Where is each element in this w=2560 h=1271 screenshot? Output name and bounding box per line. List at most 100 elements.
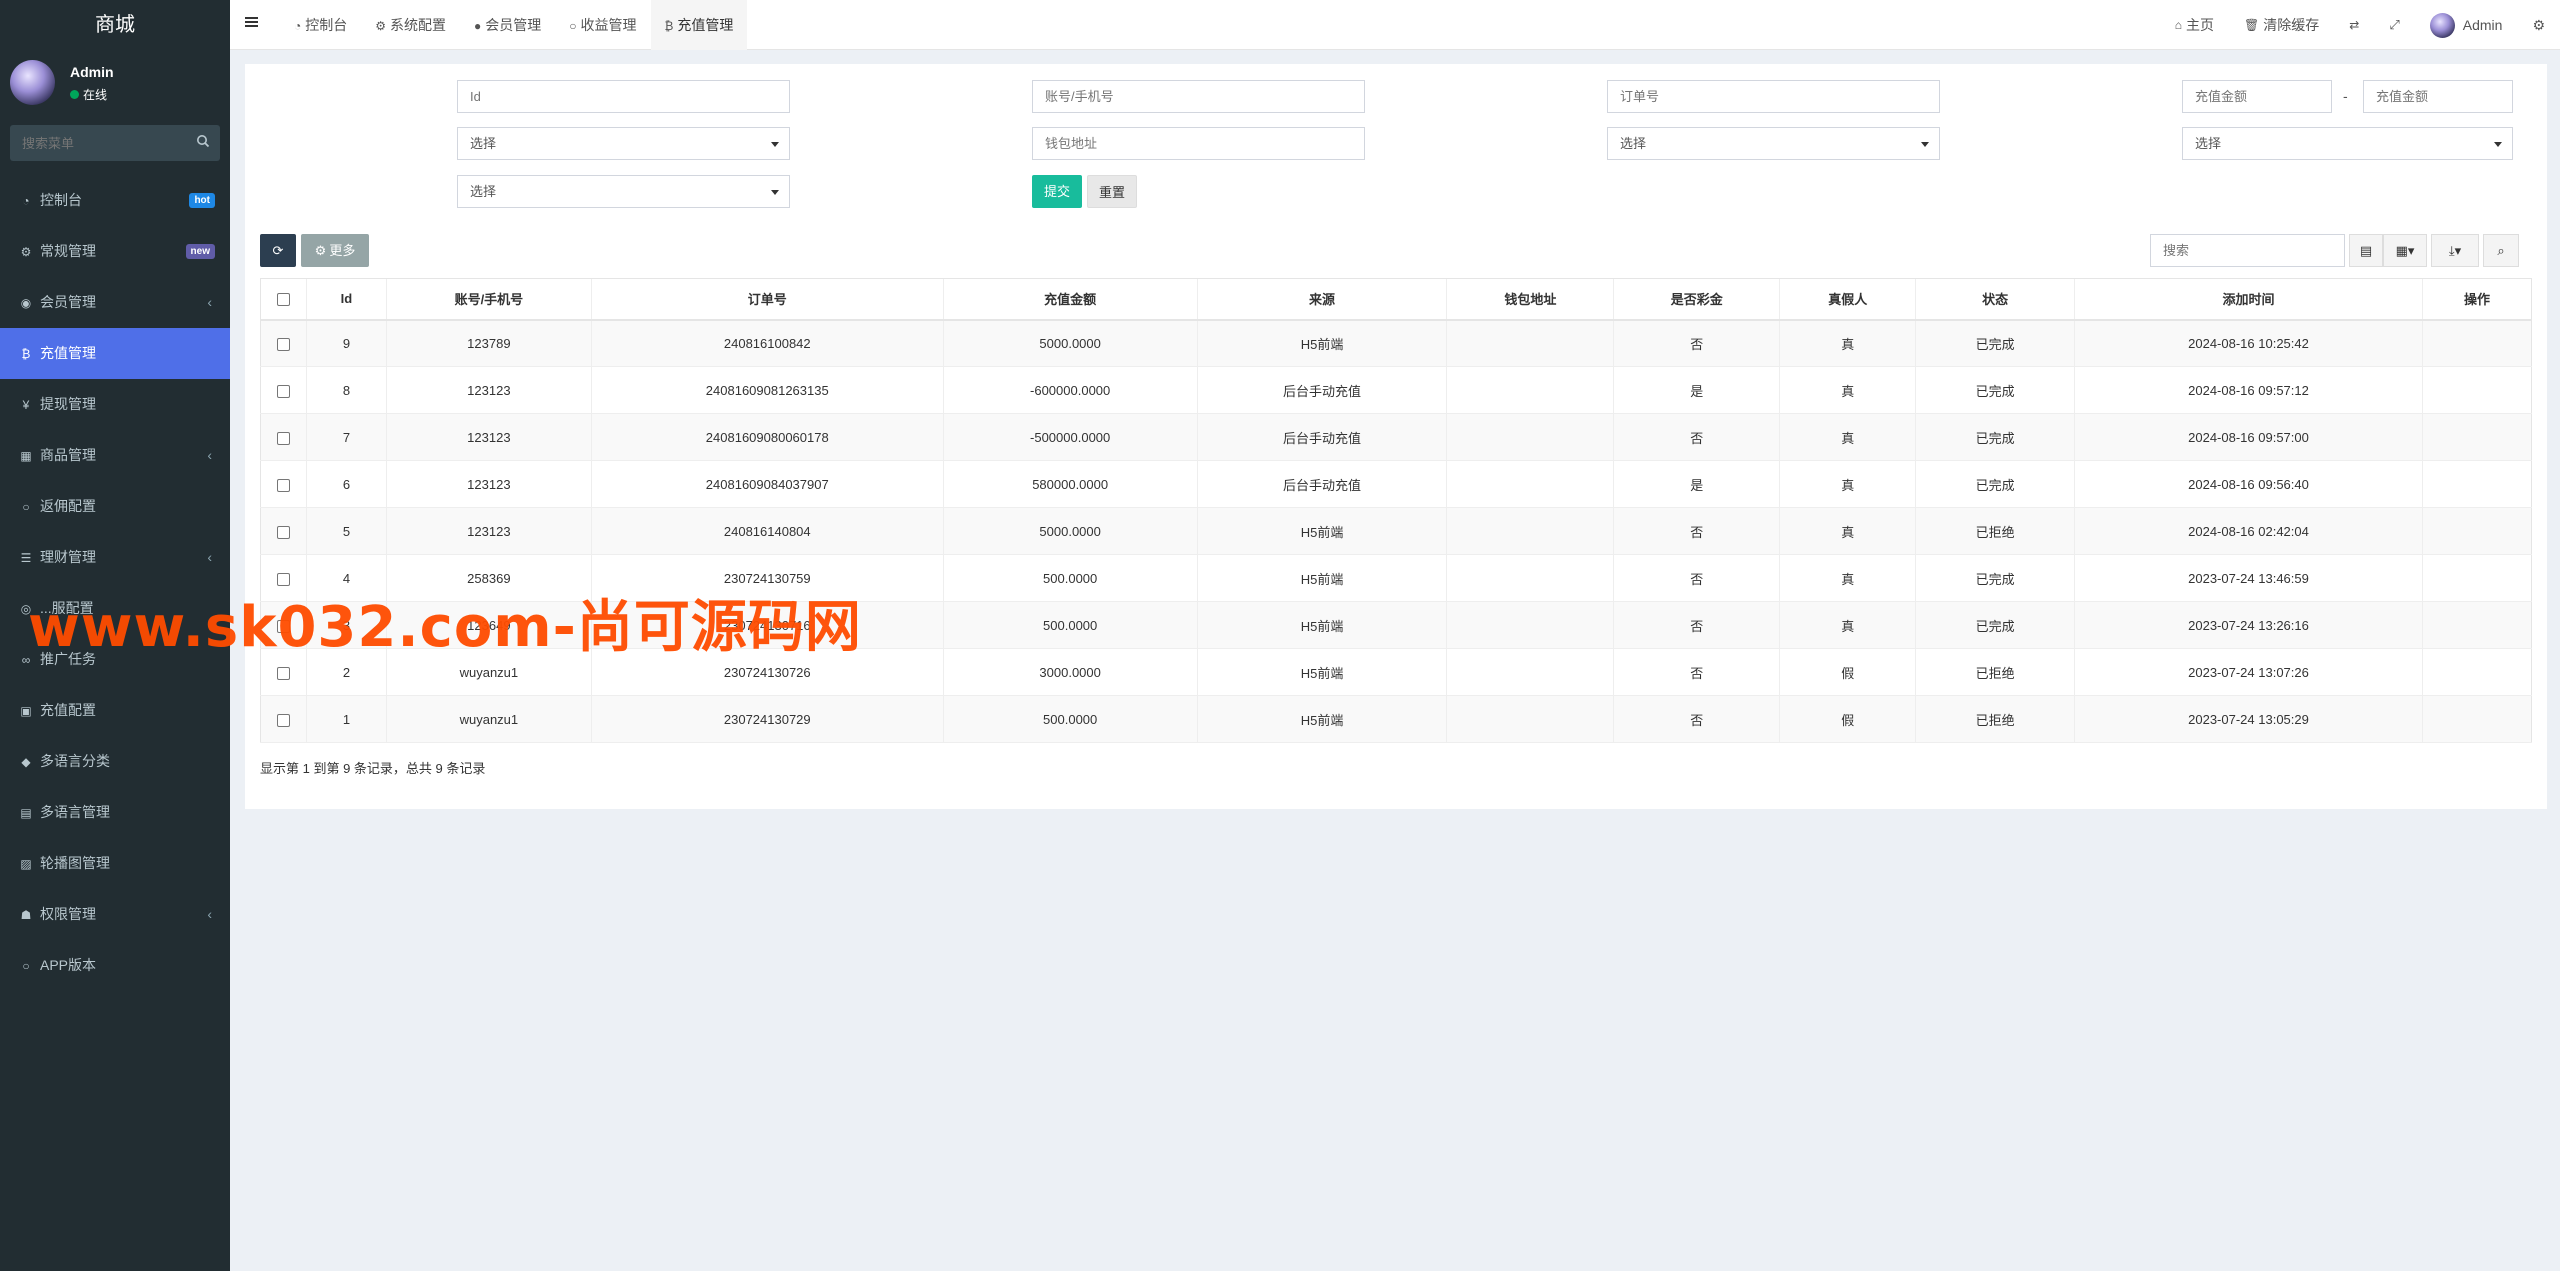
table-cell: 500.0000 xyxy=(942,695,1198,743)
table-cell xyxy=(1446,601,1614,649)
column-header[interactable]: 真假人 xyxy=(1779,278,1916,321)
column-header[interactable]: 订单号 xyxy=(590,278,944,321)
user-name: Admin xyxy=(70,64,114,80)
column-header[interactable]: 来源 xyxy=(1196,278,1447,321)
select-all-checkbox[interactable] xyxy=(276,293,290,307)
sidebar-item-0[interactable]: ◔ 控制台 hot xyxy=(0,175,230,226)
refresh-button[interactable]: ⟳ xyxy=(260,234,296,267)
image-icon: ▨ xyxy=(20,857,32,871)
toggle-view-button[interactable]: ▤ xyxy=(2349,234,2383,267)
table-cell: H5前端 xyxy=(1196,648,1447,696)
sidebar-item-label: 理财管理 xyxy=(40,549,96,565)
row-checkbox[interactable] xyxy=(276,666,290,680)
source-select[interactable]: 选择 xyxy=(457,127,790,160)
tab-4[interactable]: ₿ 充值管理 xyxy=(650,0,748,50)
row-checkbox[interactable] xyxy=(276,478,290,492)
export-button[interactable]: ⤓▾ xyxy=(2431,234,2479,267)
user-menu[interactable]: Admin xyxy=(2415,12,2518,38)
tab-0[interactable]: ◔ 控制台 xyxy=(280,0,361,50)
table-row[interactable]: 7 123123 24081609080060178 -500000.0000 后台手动… xyxy=(260,413,2533,461)
book-icon: ▤ xyxy=(20,806,32,820)
avatar xyxy=(10,60,55,105)
table-cell: 24081609081263135 xyxy=(590,366,944,414)
amount-max-input[interactable] xyxy=(2363,80,2513,113)
sidebar-search-input[interactable] xyxy=(10,125,220,161)
tab-2[interactable]: ● 会员管理 xyxy=(460,0,555,50)
circle-icon: ○ xyxy=(22,500,30,514)
table-row[interactable]: 8 123123 24081609081263135 -600000.0000 后台手动… xyxy=(260,366,2533,414)
sidebar-item-3[interactable]: ₿ 充值管理 xyxy=(0,328,230,379)
tab-label: 控制台 xyxy=(305,17,348,33)
tab-1[interactable]: ⚙ 系统配置 xyxy=(361,0,460,50)
sidebar-item-12[interactable]: ▤ 多语言管理 xyxy=(0,787,230,838)
sidebar-item-14[interactable]: ☗ 权限管理 ‹ xyxy=(0,889,230,940)
table-cell: 2024-08-16 09:56:40 xyxy=(2074,460,2423,508)
sidebar-item-10[interactable]: ▣ 充值配置 xyxy=(0,685,230,736)
wallet-input[interactable] xyxy=(1032,127,1365,160)
app-logo[interactable]: 商城 xyxy=(0,0,230,50)
row-checkbox[interactable] xyxy=(276,384,290,398)
table-search-input[interactable] xyxy=(2150,234,2345,267)
table-cell: H5前端 xyxy=(1196,601,1447,649)
dashboard-icon: ◔ xyxy=(294,19,302,33)
advanced-search-button[interactable]: ⌕ xyxy=(2483,234,2519,267)
table-cell: 真 xyxy=(1779,507,1916,555)
sidebar-item-15[interactable]: ○ APP版本 xyxy=(0,940,230,991)
bonus-select[interactable]: 选择 xyxy=(1607,127,1940,160)
table-cell: 已完成 xyxy=(1915,366,2075,414)
sidebar-item-6[interactable]: ○ 返佣配置 xyxy=(0,481,230,532)
search-icon[interactable] xyxy=(196,134,210,148)
account-input[interactable] xyxy=(1032,80,1365,113)
language-button[interactable]: ⇄ xyxy=(2334,18,2374,32)
table-row[interactable]: 9 123789 240816100842 5000.0000 H5前端 否真已完成 202… xyxy=(260,319,2533,367)
column-header[interactable]: 充值金额 xyxy=(942,278,1198,321)
more-button[interactable]: ⚙ 更多 xyxy=(301,234,369,267)
table-row[interactable]: 5 123123 240816140804 5000.0000 H5前端 否真已拒绝 202… xyxy=(260,507,2533,555)
clear-cache-label: 清除缓存 xyxy=(2263,17,2320,33)
table-cell: 123123 xyxy=(385,413,592,461)
row-checkbox[interactable] xyxy=(276,431,290,445)
column-header[interactable]: 添加时间 xyxy=(2074,278,2423,321)
menu-toggle-icon[interactable] xyxy=(245,15,259,29)
table-cell: -500000.0000 xyxy=(942,413,1198,461)
order-input[interactable] xyxy=(1607,80,1940,113)
row-checkbox[interactable] xyxy=(276,337,290,351)
table-cell: 已完成 xyxy=(1915,413,2075,461)
columns-button[interactable]: ▦▾ xyxy=(2383,234,2427,267)
sidebar-item-13[interactable]: ▨ 轮播图管理 xyxy=(0,838,230,889)
sidebar-item-5[interactable]: ▦ 商品管理 ‹ xyxy=(0,430,230,481)
sidebar-item-11[interactable]: ◆ 多语言分类 xyxy=(0,736,230,787)
column-header[interactable]: Id xyxy=(305,278,387,321)
status-select[interactable]: 选择 xyxy=(457,175,790,208)
table-row[interactable]: 6 123123 24081609084037907 580000.0000 后台手动充… xyxy=(260,460,2533,508)
table-cell: 5000.0000 xyxy=(942,507,1198,555)
row-checkbox[interactable] xyxy=(276,525,290,539)
money-icon: ▣ xyxy=(20,704,32,718)
sidebar-item-4[interactable]: ¥ 提现管理 xyxy=(0,379,230,430)
reset-button[interactable]: 重置 xyxy=(1087,175,1137,208)
nav-tabs: ◔ 控制台 ⚙ 系统配置 ● 会员管理 ○ 收益管理 ₿ 充值管理 xyxy=(280,0,748,50)
submit-button[interactable]: 提交 xyxy=(1032,175,1082,208)
chevron-down-icon xyxy=(771,142,779,147)
column-header[interactable]: 操作 xyxy=(2421,278,2533,321)
column-header[interactable]: 钱包地址 xyxy=(1446,278,1614,321)
fullscreen-button[interactable]: ⤢ xyxy=(2374,17,2414,33)
column-header[interactable]: 是否彩金 xyxy=(1613,278,1780,321)
row-checkbox[interactable] xyxy=(276,713,290,727)
settings-button[interactable]: ⚙ xyxy=(2517,17,2560,34)
real-select[interactable]: 选择 xyxy=(2182,127,2513,160)
sidebar-item-7[interactable]: ☰ 理财管理 ‹ xyxy=(0,532,230,583)
tab-3[interactable]: ○ 收益管理 xyxy=(555,0,650,50)
table-cell xyxy=(1446,648,1614,696)
id-input[interactable] xyxy=(457,80,790,113)
column-header[interactable]: 状态 xyxy=(1915,278,2075,321)
column-header[interactable]: 账号/手机号 xyxy=(385,278,592,321)
sidebar-item-1[interactable]: ⚙ 常规管理 new xyxy=(0,226,230,277)
amount-min-input[interactable] xyxy=(2182,80,2332,113)
sidebar-item-label: 充值配置 xyxy=(40,702,96,718)
clear-cache-button[interactable]: 🗑 清除缓存 xyxy=(2229,15,2334,35)
table-row[interactable]: 1 wuyanzu1 230724130729 500.0000 H5前端 否假已拒绝 20… xyxy=(260,695,2533,743)
home-link[interactable]: ⌂ 主页 xyxy=(2160,15,2229,35)
tab-label: 收益管理 xyxy=(580,17,637,33)
sidebar-item-2[interactable]: ◉ 会员管理 ‹ xyxy=(0,277,230,328)
